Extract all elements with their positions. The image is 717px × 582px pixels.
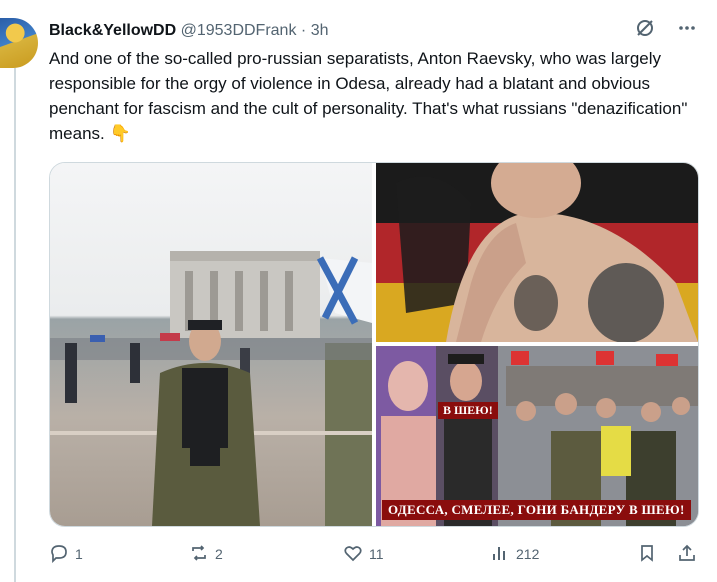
repost-button[interactable]: 2 [189,543,223,566]
author-handle[interactable]: @1953DDFrank [181,22,297,39]
like-icon [343,543,363,566]
like-button[interactable]: 11 [343,543,384,566]
media-photo-bottom-right[interactable]: В ШЕЮ! ОДЕССА, СМЕЛЕЕ, ГОНИ БАНДЕРУ В ШЕ… [376,346,698,526]
more-icon[interactable] [677,18,697,43]
bookmark-icon [637,543,657,566]
author-name[interactable]: Black&YellowDD [49,22,176,39]
tweet-header: Black&YellowDD @1953DDFrank · 3h [49,20,328,42]
share-icon [677,543,697,566]
bookmark-button[interactable] [637,543,657,566]
tweet-text: And one of the so-called pro-russian sep… [49,49,688,143]
media-photo-left[interactable] [50,163,372,526]
share-button[interactable] [677,543,697,566]
reply-icon [49,543,69,566]
views-icon [490,543,510,566]
media-grid[interactable]: В ШЕЮ! ОДЕССА, СМЕЛЕЕ, ГОНИ БАНДЕРУ В ШЕ… [49,162,699,527]
tweet-top-actions [635,18,697,43]
thread-line [14,68,16,582]
repost-count: 2 [215,546,223,562]
views-button[interactable]: 212 [490,543,539,566]
repost-icon [189,543,209,566]
grok-icon[interactable] [635,18,655,43]
views-count: 212 [516,546,540,562]
broadcast-caption: ОДЕССА, СМЕЛЕЕ, ГОНИ БАНДЕРУ В ШЕЮ! [382,500,691,520]
separator-dot: · [300,22,307,39]
reply-count: 1 [75,546,83,562]
broadcast-overlay-text: В ШЕЮ! [438,402,498,419]
media-photo-top-right[interactable] [376,163,698,342]
avatar[interactable] [0,18,38,68]
tweet-actions: 1 2 11 212 [49,540,699,568]
reply-button[interactable]: 1 [49,543,83,566]
like-count: 11 [369,546,384,562]
tweet-time[interactable]: 3h [311,22,329,39]
